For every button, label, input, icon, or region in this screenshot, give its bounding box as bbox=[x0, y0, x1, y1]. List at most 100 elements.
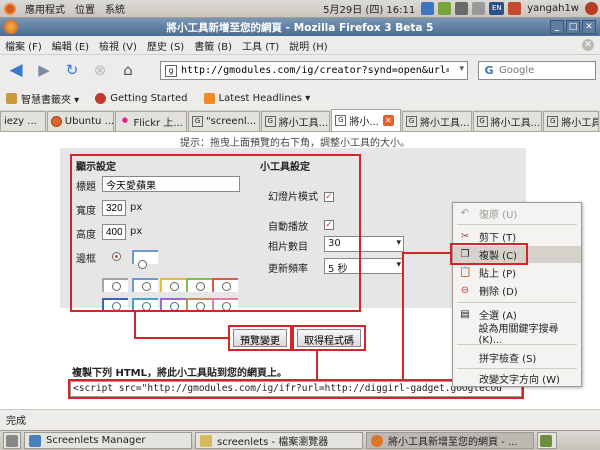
ctx-keyword-search[interactable]: 設為用關鍵字搜尋 (K)... bbox=[453, 324, 581, 346]
panel-menu-places[interactable]: 位置 bbox=[70, 1, 100, 16]
search-input[interactable] bbox=[499, 65, 579, 76]
tab-active[interactable]: G 將小... ✕ bbox=[331, 109, 401, 131]
tab[interactable]: G "screenl... bbox=[188, 111, 260, 131]
ctx-label: 剪下 (T) bbox=[479, 233, 517, 244]
bookmark-getting-started[interactable]: Getting Started bbox=[95, 93, 188, 104]
firefox-icon bbox=[371, 434, 383, 447]
annotation-line bbox=[402, 252, 454, 254]
menu-tools[interactable]: 工具 (T) bbox=[237, 38, 284, 53]
search-bar[interactable]: G bbox=[478, 61, 596, 80]
keyboard-layout-indicator[interactable]: EN bbox=[489, 2, 505, 15]
tab[interactable]: G 將小工具... bbox=[260, 111, 331, 131]
tab[interactable]: Ubuntu ... bbox=[46, 111, 115, 131]
folder-icon bbox=[200, 434, 212, 447]
minimize-icon[interactable]: _ bbox=[550, 20, 564, 34]
taskbar-label: Screenlets Manager bbox=[46, 435, 146, 446]
google-search-icon[interactable]: G bbox=[481, 64, 497, 78]
menu-file[interactable]: 檔案 (F) bbox=[0, 38, 47, 53]
google-favicon-icon: G bbox=[192, 116, 204, 127]
navigation-toolbar: ◀ ▶ ↻ ⊗ ⌂ g ▾ G bbox=[0, 55, 600, 85]
page-favicon-icon: g bbox=[165, 64, 177, 77]
update-icon[interactable] bbox=[508, 2, 522, 15]
menu-bookmarks[interactable]: 書籤 (B) bbox=[189, 38, 237, 53]
bookmarks-toolbar: 智慧書籤夾 ▾ Getting Started Latest Headlines… bbox=[0, 89, 600, 108]
ctx-text-direction[interactable]: 改變文字方向 (W) bbox=[453, 370, 581, 387]
ctx-spellcheck[interactable]: 拼字檢查 (S) bbox=[453, 349, 581, 366]
bookmark-smart-folder[interactable]: 智慧書籤夾 ▾ bbox=[6, 91, 79, 106]
taskbar-item-extra[interactable] bbox=[537, 432, 557, 449]
reload-icon[interactable]: ↻ bbox=[60, 59, 84, 81]
bookmark-label: Latest Headlines ▾ bbox=[218, 93, 311, 104]
google-favicon-icon: G bbox=[335, 115, 347, 126]
ubuntu-favicon-icon bbox=[50, 116, 62, 127]
username[interactable]: yangah1w bbox=[527, 3, 579, 14]
tab-label: 將小工具... bbox=[490, 118, 541, 129]
menu-view[interactable]: 檢視 (V) bbox=[94, 38, 142, 53]
screenlets-icon[interactable] bbox=[438, 2, 452, 15]
panel-menu-system[interactable]: 系統 bbox=[100, 1, 130, 16]
ctx-label: 設為用關鍵字搜尋 (K)... bbox=[478, 323, 559, 346]
tab[interactable]: ● Flickr 上... bbox=[115, 111, 188, 131]
tab[interactable]: G 將小工具... bbox=[543, 111, 599, 131]
window-title: 將小工具新增至您的網頁 - Mozilla Firefox 3 Beta 5 bbox=[166, 21, 434, 34]
bookmark-latest-headlines[interactable]: Latest Headlines ▾ bbox=[203, 93, 311, 104]
paste-icon: 📋 bbox=[459, 266, 472, 278]
taskbar-item-file-browser[interactable]: screenlets - 檔案瀏覽器 bbox=[195, 432, 363, 449]
tab-label: Flickr 上... bbox=[133, 118, 183, 129]
tab-close-icon[interactable]: ✕ bbox=[382, 115, 394, 126]
ctx-label: 貼上 (P) bbox=[479, 269, 517, 280]
folder-icon bbox=[6, 93, 17, 104]
tab-label: 將小工具... bbox=[561, 118, 598, 129]
copy-html-instruction: 複製下列 HTML，將此小工具貼到您的網頁上。 bbox=[72, 368, 287, 379]
network-icon[interactable] bbox=[455, 2, 469, 15]
forward-arrow-icon[interactable]: ▶ bbox=[32, 59, 56, 81]
tab[interactable]: iezy ... bbox=[0, 111, 46, 131]
google-favicon-icon: G bbox=[476, 116, 488, 127]
tab-label: iezy ... bbox=[4, 116, 37, 127]
menu-history[interactable]: 歷史 (S) bbox=[142, 38, 189, 53]
ctx-paste[interactable]: 📋 貼上 (P) bbox=[453, 264, 581, 281]
ctx-separator bbox=[457, 368, 577, 369]
status-text: 完成 bbox=[6, 416, 26, 427]
home-icon[interactable]: ⌂ bbox=[116, 59, 140, 81]
menu-help[interactable]: 說明 (H) bbox=[284, 38, 333, 53]
taskbar-item-screenlets-manager[interactable]: Screenlets Manager bbox=[24, 432, 192, 449]
tab[interactable]: G 將小工具... bbox=[472, 111, 543, 131]
window-controls: _ □ ✕ bbox=[548, 20, 596, 34]
clock[interactable]: 5月29日 (四) 16:11 bbox=[323, 1, 415, 16]
window-title-bar[interactable]: 將小工具新增至您的網頁 - Mozilla Firefox 3 Beta 5 _… bbox=[0, 18, 600, 36]
bluetooth-icon[interactable] bbox=[421, 2, 435, 15]
firefox-bookmark-icon bbox=[95, 93, 107, 104]
tab-label: 將小工具... bbox=[278, 118, 329, 129]
close-icon[interactable]: ✕ bbox=[582, 20, 596, 34]
bookmark-label: Getting Started bbox=[110, 93, 188, 104]
annotation-box-copy bbox=[450, 243, 528, 265]
url-input[interactable] bbox=[181, 65, 449, 76]
ctx-label: 復原 (U) bbox=[479, 210, 518, 221]
close-tab-icon[interactable]: ✕ bbox=[582, 39, 594, 51]
stop-icon[interactable]: ⊗ bbox=[88, 59, 112, 81]
maximize-icon[interactable]: □ bbox=[566, 20, 580, 34]
panel-menu-applications[interactable]: 應用程式 bbox=[20, 1, 70, 16]
url-dropdown-icon[interactable]: ▾ bbox=[459, 64, 464, 74]
ctx-separator bbox=[457, 224, 577, 225]
url-bar[interactable]: g ▾ bbox=[160, 61, 468, 80]
taskbar: Screenlets Manager screenlets - 檔案瀏覽器 將小… bbox=[0, 430, 600, 450]
power-icon[interactable] bbox=[585, 2, 598, 15]
top-panel: 應用程式 位置 系統 5月29日 (四) 16:11 EN yangah1w bbox=[0, 0, 600, 18]
back-arrow-icon[interactable]: ◀ bbox=[4, 59, 28, 81]
volume-icon[interactable] bbox=[472, 2, 486, 15]
ctx-delete[interactable]: ⊖ 刪除 (D) bbox=[453, 282, 581, 299]
ubuntu-logo-icon[interactable] bbox=[4, 2, 16, 15]
tab[interactable]: G 將小工具... bbox=[401, 111, 472, 131]
ctx-undo[interactable]: ↶ 復原 (U) bbox=[453, 205, 581, 222]
annotation-box-settings bbox=[70, 154, 361, 312]
rss-icon bbox=[203, 93, 215, 104]
menu-edit[interactable]: 編輯 (E) bbox=[47, 38, 94, 53]
context-menu: ↶ 復原 (U) ✂ 剪下 (T) ❐ 複製 (C) 📋 貼上 (P) ⊖ 刪除… bbox=[452, 202, 582, 387]
ctx-label: 刪除 (D) bbox=[479, 287, 518, 298]
ctx-label: 拼字檢查 (S) bbox=[479, 354, 537, 365]
show-desktop-button[interactable] bbox=[3, 432, 21, 449]
taskbar-item-firefox[interactable]: 將小工具新增至您的網頁 - ... bbox=[366, 432, 534, 449]
tab-label: 將小工具... bbox=[419, 118, 470, 129]
